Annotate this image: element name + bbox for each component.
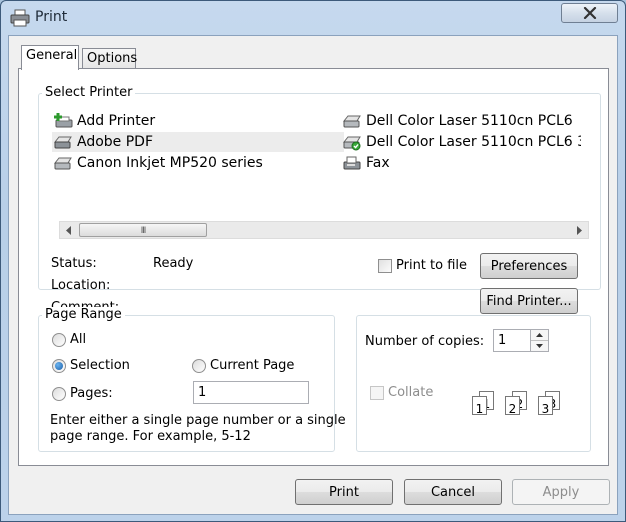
printer-icon bbox=[342, 115, 361, 128]
window-title: Print bbox=[35, 9, 68, 25]
number-of-copies-input[interactable]: 1 bbox=[493, 329, 531, 352]
copies-spinner[interactable] bbox=[530, 329, 549, 352]
find-printer-button[interactable]: Find Printer... bbox=[480, 288, 578, 314]
pages-radio[interactable] bbox=[52, 387, 66, 401]
printer-item-dell-pcl6-3rd[interactable]: Dell Color Laser 5110cn PCL6 3rd bbox=[341, 132, 581, 152]
selection-radio[interactable] bbox=[52, 359, 66, 373]
printer-default-icon bbox=[342, 136, 361, 151]
printer-item-adobe-pdf[interactable]: Adobe PDF bbox=[52, 132, 344, 152]
current-page-label[interactable]: Current Page bbox=[210, 358, 294, 373]
spin-up-icon[interactable] bbox=[531, 330, 548, 340]
printer-icon bbox=[10, 9, 30, 27]
fax-icon bbox=[343, 156, 361, 170]
all-radio[interactable] bbox=[52, 333, 66, 347]
tab-general[interactable]: General bbox=[21, 45, 79, 70]
close-button[interactable] bbox=[561, 3, 618, 23]
collate-page-front: 2 bbox=[505, 396, 520, 416]
printer-item-dell-pcl6[interactable]: Dell Color Laser 5110cn PCL6 bbox=[341, 111, 581, 131]
printer-icon bbox=[53, 136, 72, 149]
pages-label[interactable]: Pages: bbox=[70, 386, 113, 401]
printer-item-add-printer[interactable]: Add Printer bbox=[52, 111, 342, 131]
scroll-left-icon[interactable] bbox=[66, 226, 72, 235]
printer-icon bbox=[53, 157, 72, 170]
printer-item-canon[interactable]: Canon Inkjet MP520 series bbox=[52, 153, 342, 173]
collate-page-front: 3 bbox=[538, 396, 553, 416]
collate-label[interactable]: Collate bbox=[388, 385, 433, 400]
add-printer-icon bbox=[54, 113, 73, 128]
number-of-copies-label: Number of copies: bbox=[365, 334, 485, 349]
selection-label[interactable]: Selection bbox=[70, 358, 130, 373]
close-icon bbox=[583, 7, 596, 19]
apply-button[interactable]: Apply bbox=[512, 479, 610, 505]
collate-page-front: 1 bbox=[472, 396, 487, 416]
preferences-button[interactable]: Preferences bbox=[480, 253, 578, 279]
print-to-file-checkbox[interactable] bbox=[378, 259, 392, 273]
page-range-legend: Page Range bbox=[42, 307, 125, 322]
print-dialog: Print General Options Select Printer Add… bbox=[0, 0, 626, 522]
page-range-help-line2: page range. For example, 5-12 bbox=[50, 429, 251, 444]
scroll-thumb[interactable]: III bbox=[79, 223, 207, 237]
print-to-file-label[interactable]: Print to file bbox=[396, 258, 467, 273]
status-label: Status: bbox=[51, 256, 97, 271]
printer-item-fax[interactable]: Fax bbox=[341, 153, 581, 173]
cancel-button[interactable]: Cancel bbox=[404, 479, 502, 505]
pages-input[interactable]: 1 bbox=[193, 381, 309, 404]
general-tab-panel: Select Printer Add Printer Adobe PDF Can… bbox=[18, 68, 609, 466]
tab-options[interactable]: Options bbox=[82, 48, 137, 70]
location-label: Location: bbox=[51, 278, 111, 293]
all-label[interactable]: All bbox=[70, 332, 86, 347]
select-printer-legend: Select Printer bbox=[42, 85, 136, 100]
current-page-radio[interactable] bbox=[192, 359, 206, 373]
collate-checkbox[interactable] bbox=[370, 386, 384, 400]
printer-list-scrollbar[interactable]: III bbox=[59, 221, 589, 239]
status-value: Ready bbox=[153, 256, 194, 271]
page-range-help-line1: Enter either a single page number or a s… bbox=[50, 413, 346, 428]
title-bar[interactable]: Print bbox=[1, 1, 625, 35]
print-button[interactable]: Print bbox=[295, 479, 393, 505]
dialog-body: General Options Select Printer Add Print… bbox=[8, 35, 618, 515]
scroll-right-icon[interactable] bbox=[577, 226, 583, 235]
spin-down-icon[interactable] bbox=[531, 340, 548, 350]
